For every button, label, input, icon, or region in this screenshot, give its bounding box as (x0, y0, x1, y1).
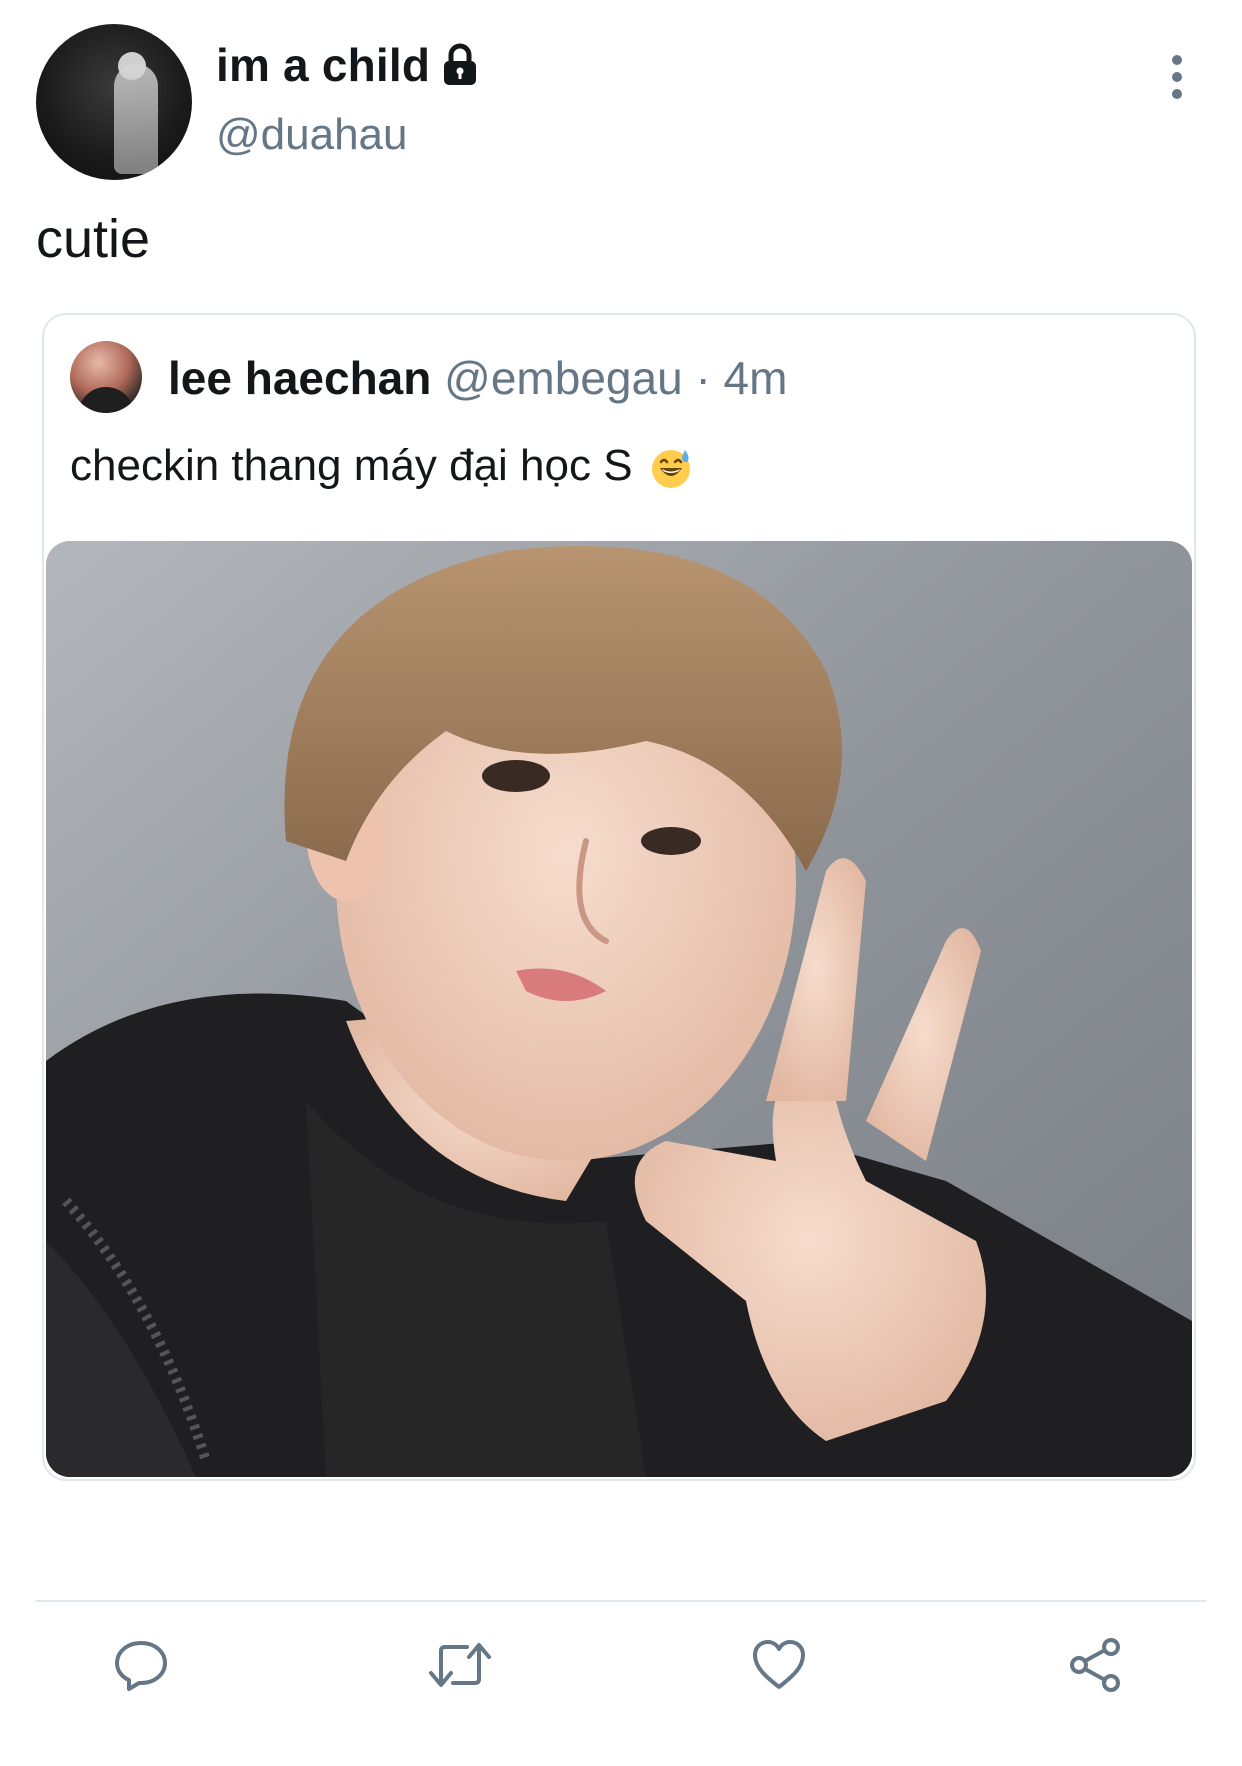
tweet-text: cutie (36, 209, 151, 269)
more-options-icon[interactable] (1166, 54, 1188, 100)
author-avatar[interactable] (36, 24, 192, 180)
avatar-shoulders (78, 387, 134, 413)
share-button[interactable] (1060, 1630, 1130, 1700)
quoted-author-name[interactable]: lee haechan (168, 352, 431, 404)
share-icon (1070, 1638, 1120, 1692)
meta-separator: · (695, 352, 711, 404)
retweet-button[interactable] (425, 1630, 495, 1700)
quoted-author-avatar[interactable] (70, 341, 142, 413)
quoted-tweet-card[interactable]: lee haechan @embegau · 4m checkin thang … (42, 313, 1196, 1481)
author-display-name[interactable]: im a child (216, 38, 430, 92)
quoted-author-handle[interactable]: @embegau (444, 352, 683, 404)
like-button[interactable] (744, 1630, 814, 1700)
quoted-tweet-text-row: checkin thang máy đại học S (70, 441, 693, 491)
selfie-illustration (46, 541, 1192, 1477)
lock-icon (444, 43, 477, 85)
author-name-row[interactable]: im a child (216, 38, 480, 92)
like-icon (753, 1640, 805, 1689)
retweet-icon (429, 1643, 491, 1687)
quoted-tweet-text: checkin thang máy đại học S (70, 441, 633, 490)
tweet-actions-bar (0, 1630, 1242, 1720)
quoted-tweet-header: lee haechan @embegau · 4m (168, 351, 787, 405)
reply-button[interactable] (106, 1630, 176, 1700)
quoted-tweet-photo[interactable] (46, 541, 1192, 1477)
quoted-tweet-time[interactable]: 4m (724, 352, 788, 404)
avatar-figure-body (114, 64, 158, 174)
author-handle[interactable]: @duahau (216, 110, 408, 160)
grinning-face-with-sweat-icon (651, 450, 690, 489)
divider (36, 1600, 1206, 1602)
reply-icon (115, 1641, 167, 1691)
